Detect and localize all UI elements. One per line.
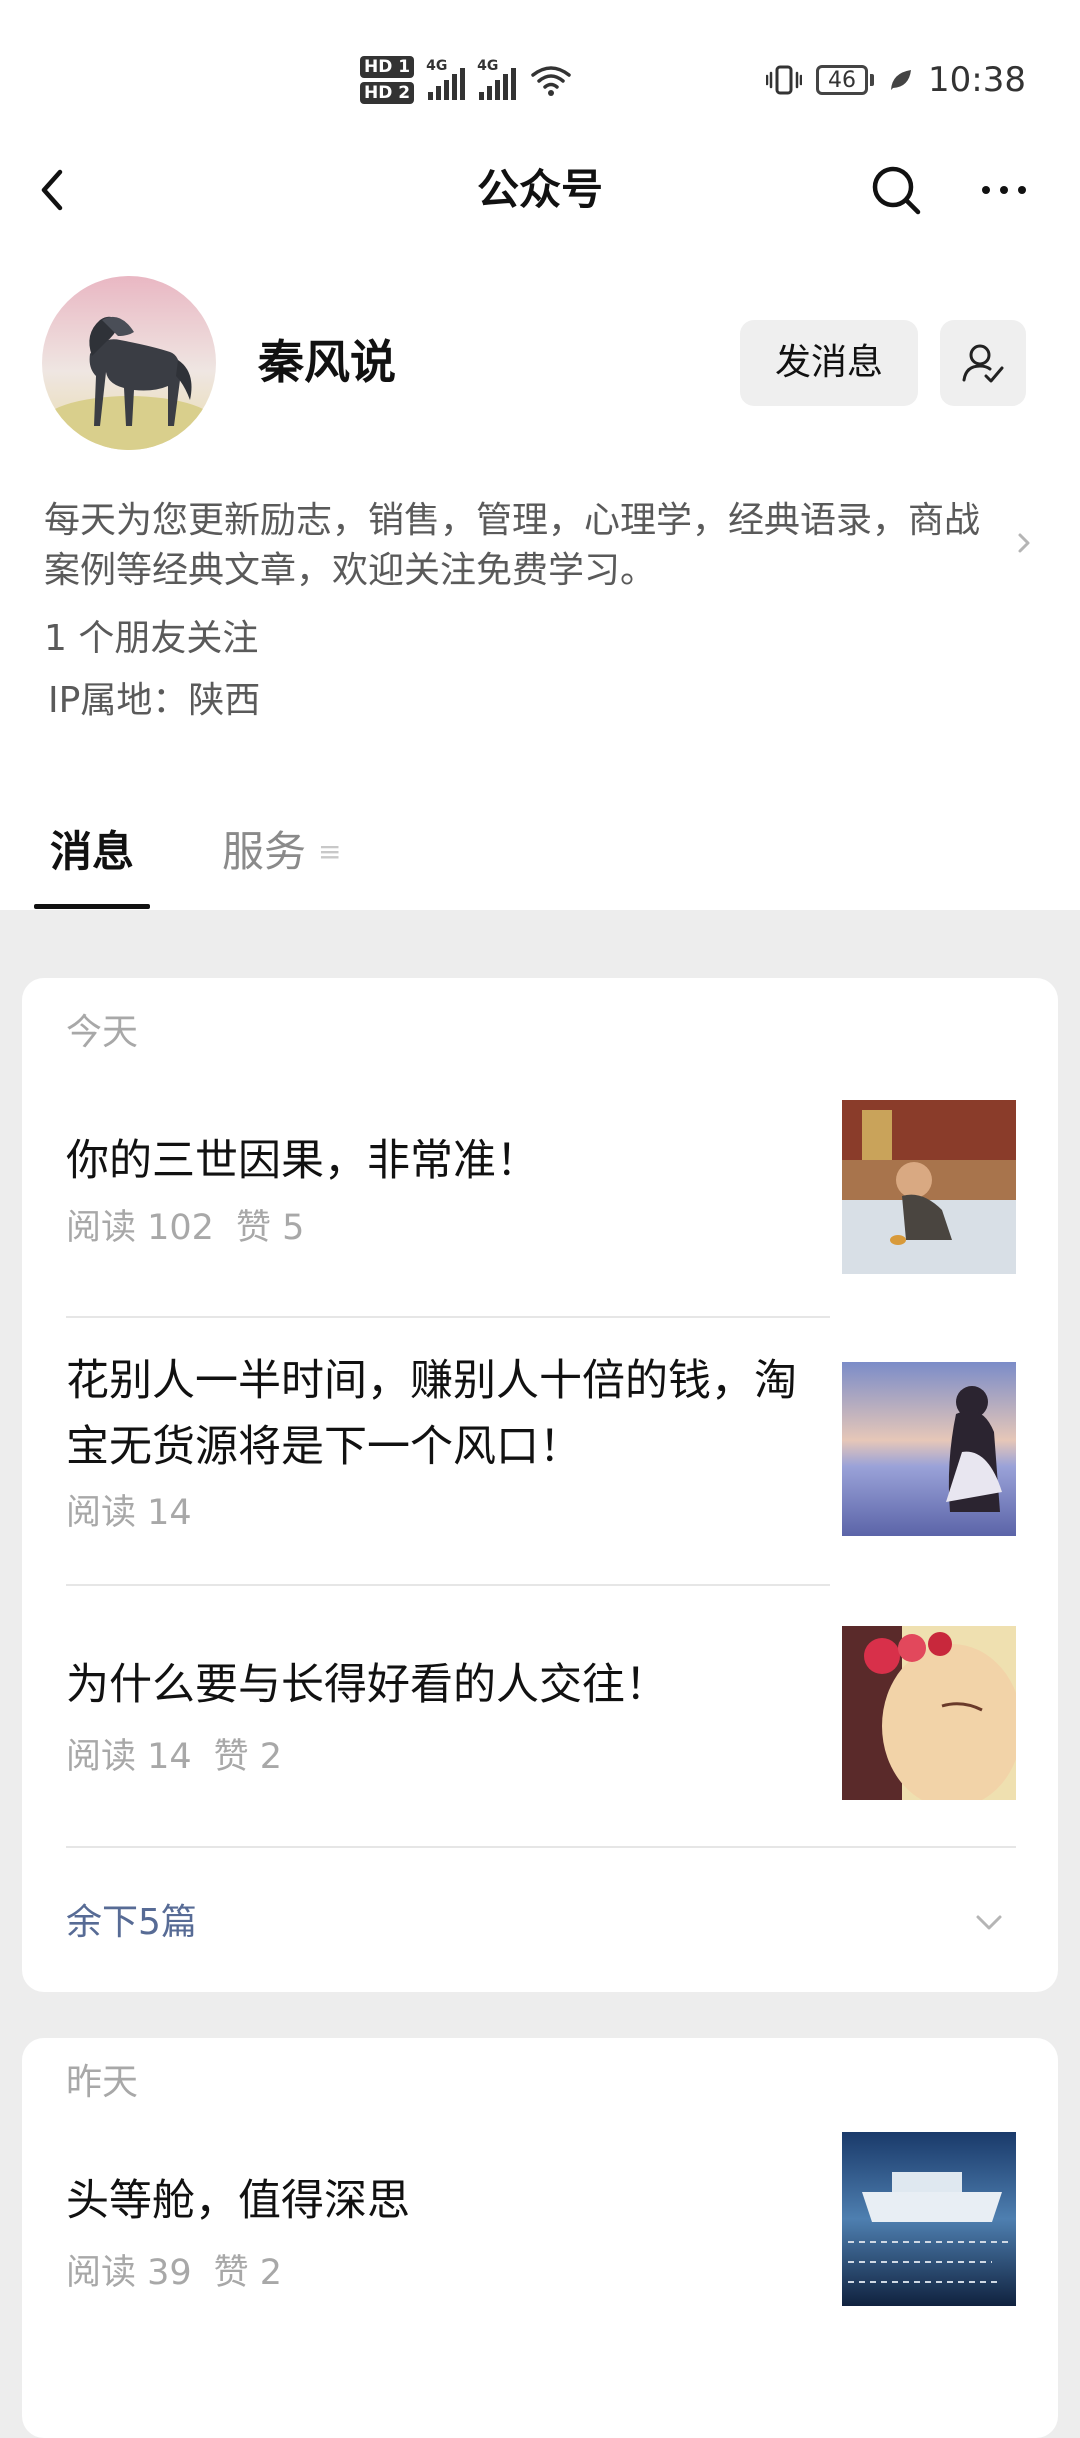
active-tab-indicator (34, 904, 150, 909)
hd1-badge: HD 1 (360, 56, 415, 78)
article-likes: 赞 2 (213, 2253, 283, 2293)
friends-following: 1 个朋友关注 (44, 618, 259, 659)
article-thumbnail (842, 2132, 1016, 2306)
article-item[interactable]: 为什么要与长得好看的人交往！ 阅读 14 赞 2 (22, 1586, 1058, 1836)
chevron-right-icon[interactable] (1012, 528, 1036, 558)
tab-messages[interactable]: 消息 (50, 822, 134, 882)
article-thumbnail (842, 1626, 1016, 1800)
article-item[interactable]: 你的三世因果，非常准！ 阅读 102 赞 5 (22, 1068, 1058, 1298)
hd-indicator: HD 1 HD 2 (360, 56, 415, 104)
article-title: 花别人一半时间，赚别人十倍的钱，淘宝无货源将是下一个风口！ (66, 1356, 797, 1472)
more-icon[interactable] (974, 160, 1034, 220)
account-description[interactable]: 每天为您更新励志，销售，管理，心理学，经典语录，商战案例等经典文章，欢迎关注免费… (44, 496, 1004, 596)
wifi-icon (531, 66, 571, 96)
article-title: 你的三世因果，非常准！ (66, 1136, 539, 1186)
net2-label: 4G (477, 58, 499, 74)
article-stats: 阅读 102 赞 5 (66, 1203, 304, 1253)
remaining-articles-link[interactable]: 余下5篇 (66, 1898, 197, 1948)
article-reads: 阅读 39 (66, 2253, 192, 2293)
ip-location: IP属地：陕西 (48, 680, 261, 721)
signal-2-icon: 4G (477, 58, 517, 100)
divider (66, 1846, 1016, 1848)
article-item[interactable]: 花别人一半时间，赚别人十倍的钱，淘宝无货源将是下一个风口！ 阅读 14 (22, 1318, 1058, 1588)
article-title: 为什么要与长得好看的人交往！ (66, 1660, 668, 1710)
search-icon[interactable] (866, 160, 926, 220)
status-bar: HD 1 HD 2 4G 4G 46 10:38 (0, 0, 1080, 150)
article-stats: 阅读 14 (66, 1488, 192, 1538)
send-message-button[interactable]: 发消息 (740, 320, 918, 406)
article-reads: 阅读 14 (66, 1737, 192, 1777)
status-right: 46 10:38 (766, 52, 1026, 108)
status-left: HD 1 HD 2 4G 4G (360, 50, 572, 110)
battery-level: 46 (816, 65, 869, 95)
article-thumbnail (842, 1362, 1016, 1536)
menu-lines-icon: ≡ (318, 835, 342, 868)
nav-bar: 公众号 (0, 150, 1080, 230)
article-likes: 赞 2 (213, 1737, 283, 1777)
article-stats: 阅读 14 赞 2 (66, 1732, 282, 1782)
article-reads: 阅读 102 (66, 1208, 214, 1248)
tab-services-label: 服务 (222, 827, 307, 876)
article-reads: 阅读 14 (66, 1493, 192, 1533)
date-label: 昨天 (66, 2062, 139, 2103)
battery-icon: 46 (816, 65, 875, 95)
chevron-down-icon[interactable] (972, 1908, 1006, 1938)
article-item[interactable]: 头等舱，值得深思 阅读 39 赞 2 (22, 2118, 1058, 2438)
user-check-icon (962, 344, 1004, 383)
hd2-badge: HD 2 (360, 82, 415, 104)
feed-card-yesterday: 昨天 头等舱，值得深思 阅读 39 赞 2 (22, 2038, 1058, 2438)
status-time: 10:38 (928, 60, 1026, 100)
feed-card-today: 今天 你的三世因果，非常准！ 阅读 102 赞 5 花别人一半时间，赚别人十倍的钱… (22, 978, 1058, 1992)
date-label: 今天 (66, 1012, 139, 1053)
article-thumbnail (842, 1100, 1016, 1274)
avatar[interactable] (42, 276, 216, 450)
followed-button[interactable] (940, 320, 1026, 406)
net1-label: 4G (426, 58, 448, 74)
tab-services[interactable]: 服务 ≡ (222, 822, 341, 882)
account-name: 秦风说 (258, 335, 396, 389)
leaf-icon (891, 70, 912, 90)
article-stats: 阅读 39 赞 2 (66, 2248, 282, 2298)
signal-1-icon: 4G (426, 58, 466, 100)
article-title: 头等舱，值得深思 (66, 2176, 410, 2226)
article-likes: 赞 5 (235, 1208, 305, 1248)
vibrate-icon (766, 65, 803, 95)
